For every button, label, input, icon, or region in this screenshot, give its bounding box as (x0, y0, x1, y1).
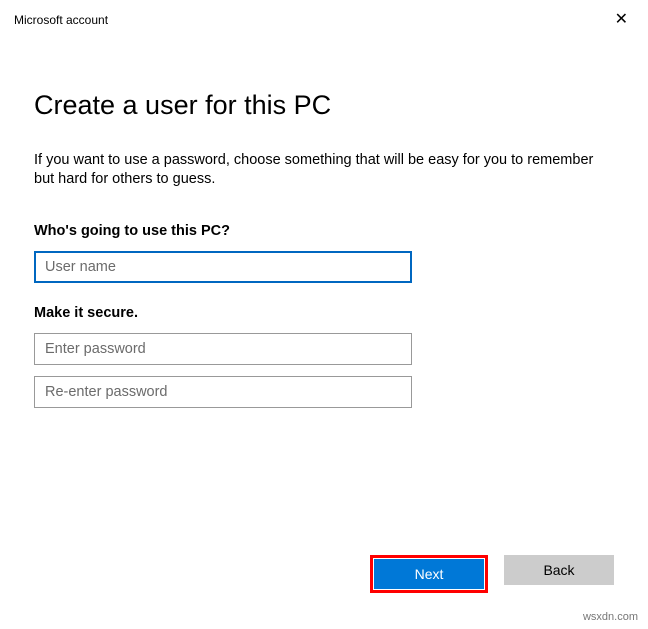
reenter-password-input[interactable] (34, 376, 412, 408)
watermark: wsxdn.com (583, 611, 638, 623)
dialog-footer: Next Back (370, 555, 614, 593)
page-description: If you want to use a password, choose so… (34, 151, 614, 189)
username-label: Who's going to use this PC? (34, 223, 614, 239)
back-button[interactable]: Back (504, 555, 614, 585)
dialog-content: Create a user for this PC If you want to… (0, 32, 648, 408)
close-icon[interactable]: ✕ (609, 10, 634, 30)
next-button-highlight: Next (370, 555, 488, 593)
next-button[interactable]: Next (374, 559, 484, 589)
username-input[interactable] (34, 251, 412, 283)
secure-label: Make it secure. (34, 305, 614, 321)
window-title: Microsoft account (14, 13, 108, 27)
password-group: Make it secure. (34, 305, 614, 408)
page-title: Create a user for this PC (34, 90, 614, 121)
username-group: Who's going to use this PC? (34, 223, 614, 283)
titlebar: Microsoft account ✕ (0, 0, 648, 32)
password-input[interactable] (34, 333, 412, 365)
